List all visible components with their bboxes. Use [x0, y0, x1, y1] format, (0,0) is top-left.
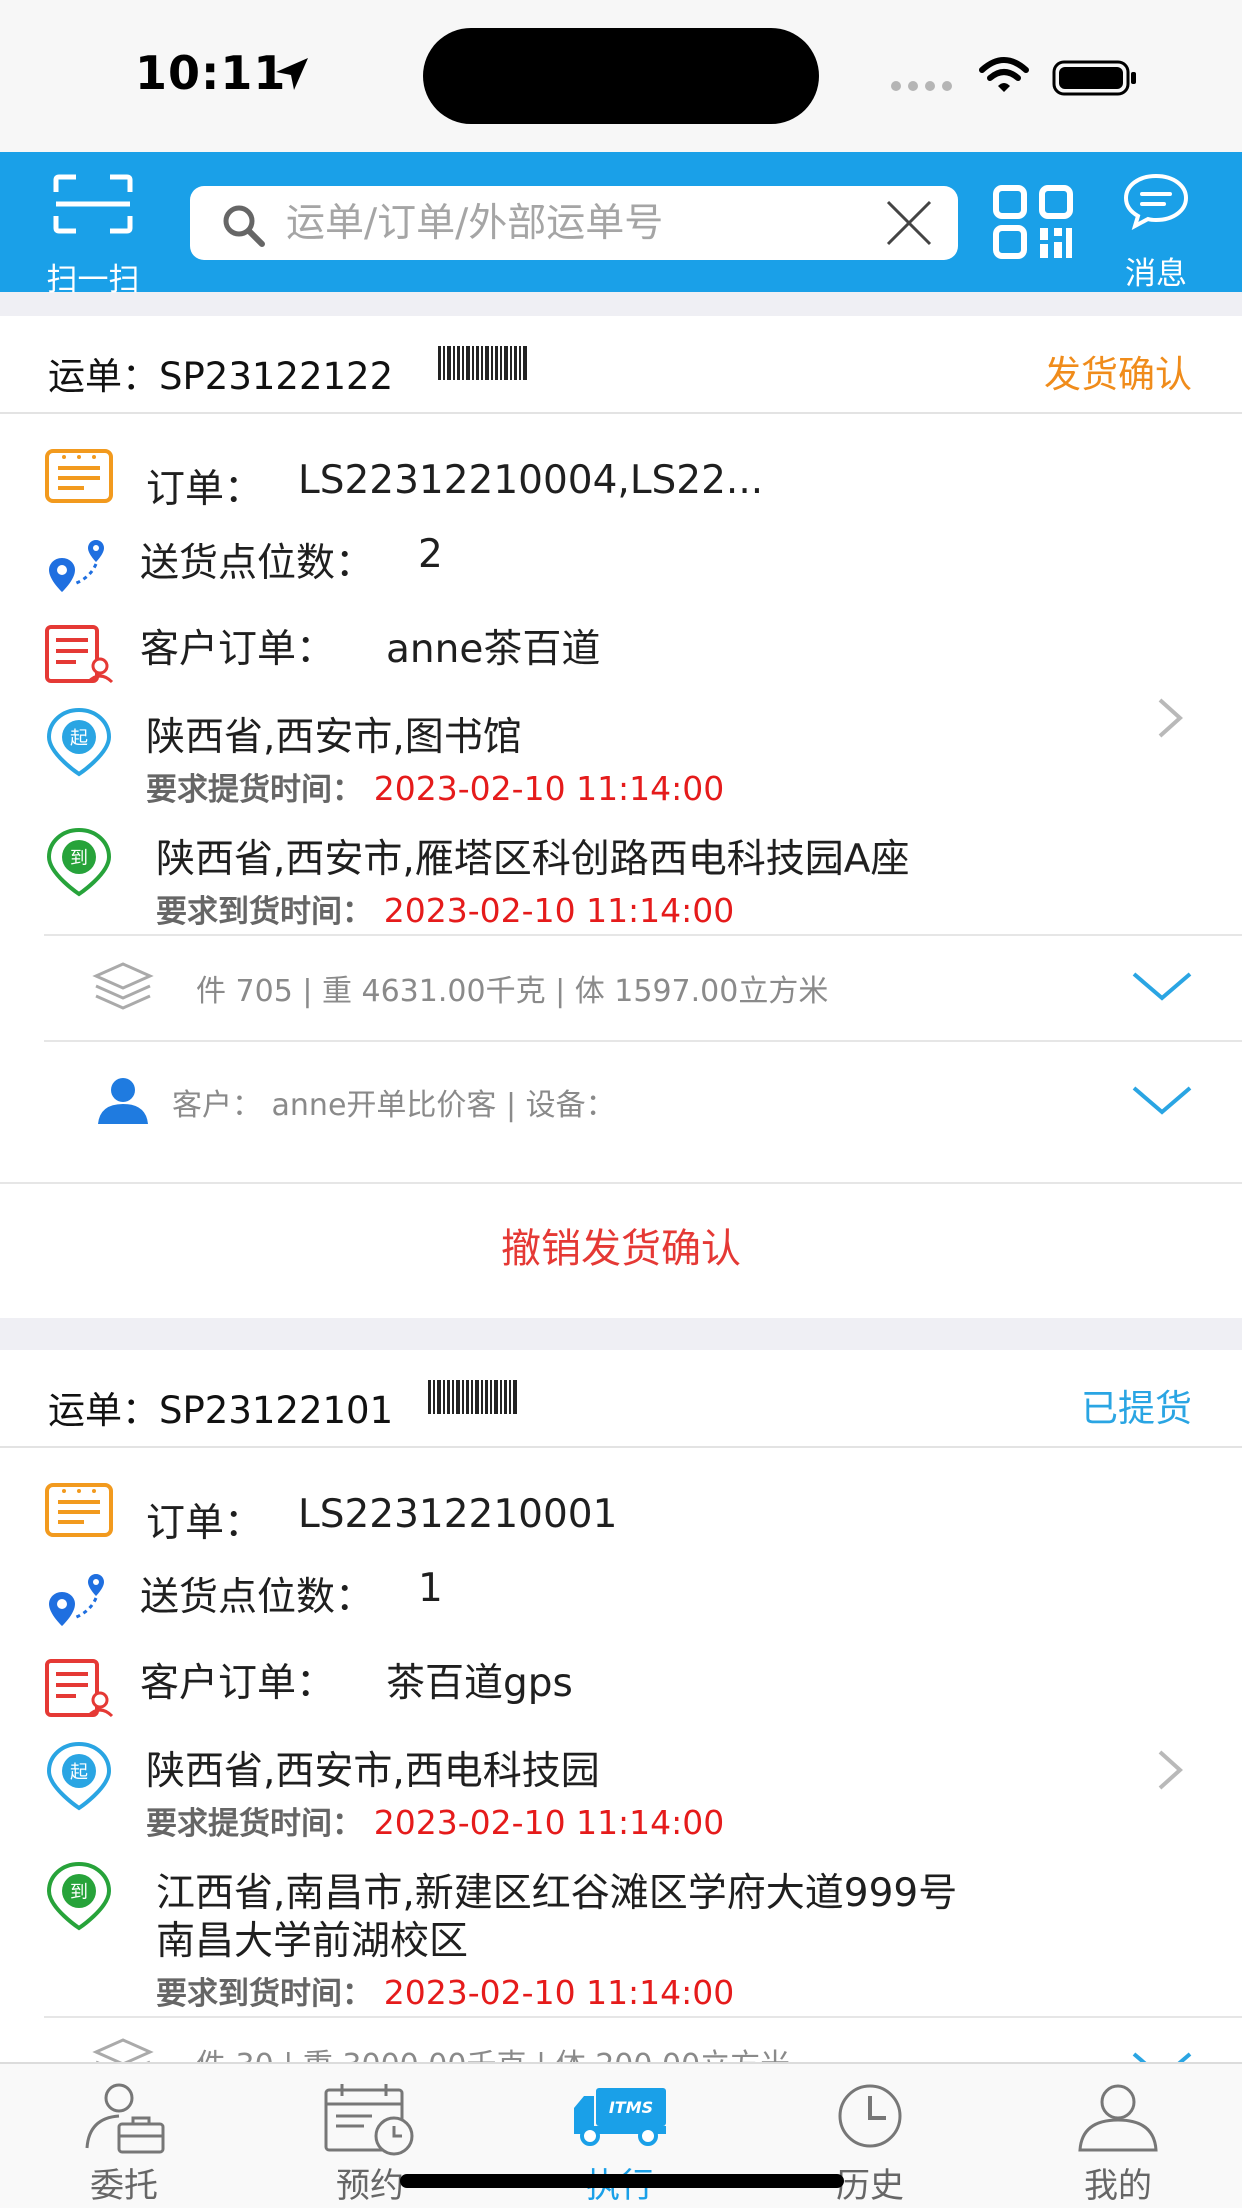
waybill-card[interactable]: 运单：SP23122101 已提货 订单： LS22312210001 送货点位…	[0, 1350, 1242, 2062]
cargo-stack-icon	[92, 2038, 154, 2062]
customer-order-icon	[45, 1659, 114, 1718]
home-indicator	[400, 2174, 844, 2188]
pickup-address: 陕西省,西安市,西电科技园	[146, 1749, 600, 1794]
briefcase-person-icon	[85, 2083, 165, 2154]
delivery-time-value: 2023-02-10 11:14:00	[383, 1973, 735, 2012]
chevron-right-icon[interactable]	[1154, 696, 1186, 740]
waybill-status: 发货确认	[1044, 353, 1192, 396]
delivery-address: 陕西省,西安市,雁塔区科创路西电科技园A座	[156, 837, 910, 882]
route-points-icon	[49, 1574, 104, 1626]
dynamic-island	[423, 28, 819, 124]
route-points-icon	[49, 540, 104, 592]
cargo-stack-icon	[92, 962, 154, 1010]
divider	[0, 1182, 1242, 1184]
delivery-points-label: 送货点位数：	[140, 1575, 375, 1620]
search-input[interactable]	[286, 186, 856, 260]
delivery-time-row: 要求到货时间： 2023-02-10 11:14:00	[156, 886, 734, 931]
svg-text:到: 到	[70, 848, 88, 869]
chevron-down-icon[interactable]	[1130, 970, 1194, 1004]
delivery-time-value: 2023-02-10 11:14:00	[383, 891, 735, 930]
itms-badge-text: ITMS	[609, 2098, 653, 2117]
order-document-icon	[45, 449, 113, 503]
clock-icon	[838, 2084, 902, 2148]
clear-search-icon[interactable]	[886, 200, 932, 246]
order-label: 订单：	[146, 467, 264, 512]
pickup-time-value: 2023-02-10 11:14:00	[373, 1803, 725, 1842]
customer-order-value: anne茶百道	[386, 627, 601, 672]
order-value: LS22312210001	[298, 1492, 618, 1537]
delivery-points-value: 1	[418, 1566, 443, 1611]
search-icon	[223, 205, 265, 247]
messages-button[interactable]: 消息	[1110, 172, 1202, 292]
calendar-clock-icon	[324, 2084, 414, 2156]
delivery-time-label: 要求到货时间：	[156, 894, 373, 930]
waybill-status: 已提货	[1081, 1387, 1192, 1430]
pickup-time-value: 2023-02-10 11:14:00	[373, 769, 725, 808]
pickup-address: 陕西省,西安市,图书馆	[146, 715, 522, 760]
tab-entrust[interactable]: 委托	[24, 2064, 224, 2208]
waybill-card[interactable]: 运单：SP23122122 发货确认 订单： LS22312210004,LS2…	[0, 316, 1242, 1318]
svg-text:到: 到	[70, 1882, 88, 1903]
cargo-stats: 件 705 | 重 4631.00千克 | 体 1597.00立方米	[196, 974, 829, 1009]
tab-mine[interactable]: 我的	[1018, 2064, 1218, 2208]
chevron-down-icon[interactable]	[1130, 1084, 1194, 1118]
chevron-down-icon[interactable]	[1130, 2050, 1194, 2062]
divider	[44, 2016, 1242, 2018]
scan-button[interactable]: 扫一扫	[28, 174, 158, 298]
scan-icon	[53, 174, 133, 234]
delivery-end-icon: 到	[46, 827, 112, 897]
status-bar: 10:11	[0, 0, 1242, 152]
pickup-time-row: 要求提货时间： 2023-02-10 11:14:00	[146, 1798, 724, 1843]
pickup-time-label: 要求提货时间：	[146, 1806, 363, 1842]
customer-order-value: 茶百道gps	[386, 1661, 573, 1706]
search-box	[190, 186, 958, 260]
delivery-address-line2: 南昌大学前湖校区	[156, 1919, 469, 1964]
waybill-header: 运单：SP23122101 已提货	[0, 1350, 1242, 1448]
person-icon	[1078, 2084, 1158, 2152]
order-document-icon	[45, 1483, 113, 1537]
customer-person-icon	[98, 1078, 148, 1124]
delivery-points-label: 送货点位数：	[140, 541, 375, 586]
qr-code-icon[interactable]	[992, 184, 1074, 260]
scan-label: 扫一扫	[46, 262, 140, 298]
chat-bubble-icon	[1123, 173, 1189, 230]
battery-icon	[1052, 60, 1136, 96]
wifi-icon	[979, 57, 1029, 92]
status-time: 10:11	[135, 46, 287, 100]
customer-order-label: 客户订单：	[140, 627, 336, 672]
location-arrow-icon	[276, 58, 308, 90]
cargo-stats: 件 30 | 重 3000.00千克 | 体 200.00立方米	[196, 2040, 790, 2062]
customer-order-icon	[45, 625, 114, 684]
waybill-number: 运单：SP23122122	[48, 355, 394, 398]
pickup-start-icon: 起	[46, 707, 112, 777]
signal-dots-icon	[891, 81, 952, 91]
pickup-time-row: 要求提货时间： 2023-02-10 11:14:00	[146, 764, 724, 809]
pickup-time-label: 要求提货时间：	[146, 772, 363, 808]
delivery-end-icon: 到	[46, 1861, 112, 1931]
pickup-start-icon: 起	[46, 1741, 112, 1811]
divider	[44, 1040, 1242, 1042]
svg-text:起: 起	[70, 728, 88, 749]
messages-label: 消息	[1125, 256, 1187, 292]
customer-order-label: 客户订单：	[140, 1661, 336, 1706]
order-value: LS22312210004,LS22...	[298, 458, 764, 503]
tab-label: 委托	[90, 2166, 158, 2206]
waybill-header: 运单：SP23122122 发货确认	[0, 316, 1242, 414]
delivery-time-row: 要求到货时间： 2023-02-10 11:14:00	[156, 1968, 734, 2013]
delivery-time-label: 要求到货时间：	[156, 1976, 373, 2012]
svg-text:起: 起	[70, 1762, 88, 1783]
top-header: 扫一扫 消息	[0, 152, 1242, 298]
barcode-icon[interactable]	[438, 346, 528, 380]
cancel-shipment-confirm-button[interactable]: 撤销发货确认	[0, 1216, 1242, 1274]
tab-label: 我的	[1084, 2166, 1152, 2206]
divider	[44, 934, 1242, 936]
order-label: 订单：	[146, 1501, 264, 1546]
waybill-number: 运单：SP23122101	[48, 1389, 394, 1432]
itms-truck-icon: ITMS	[574, 2088, 666, 2146]
barcode-icon[interactable]	[428, 1380, 518, 1414]
chevron-right-icon[interactable]	[1154, 1748, 1186, 1792]
delivery-points-value: 2	[418, 532, 443, 577]
customer-info: 客户： anne开单比价客 | 设备：	[172, 1088, 616, 1123]
